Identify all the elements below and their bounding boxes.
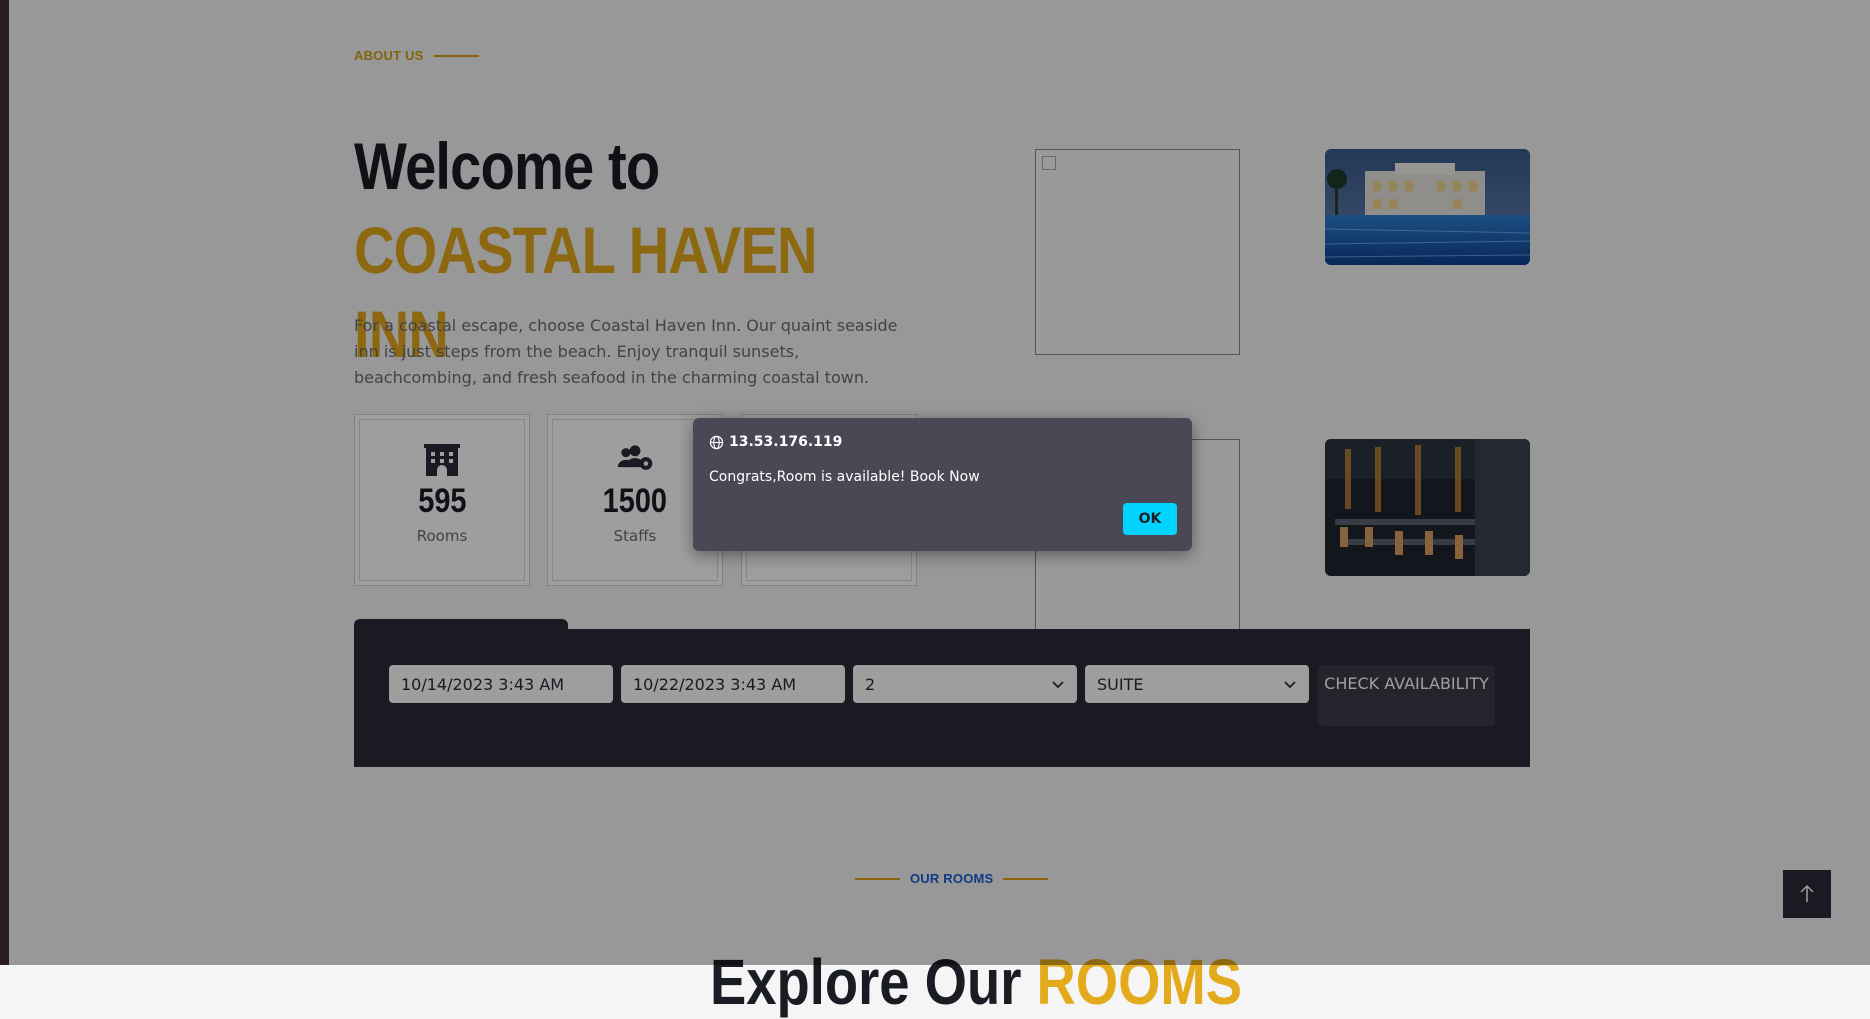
- ok-button[interactable]: OK: [1123, 503, 1177, 535]
- globe-icon: [709, 435, 724, 449]
- dialog-origin-text: 13.53.176.119: [729, 434, 843, 450]
- dialog-origin: 13.53.176.119: [709, 434, 842, 450]
- dialog-message: Congrats,Room is available! Book Now: [709, 469, 980, 485]
- window-edge: [0, 0, 9, 965]
- alert-dialog: 13.53.176.119 Congrats,Room is available…: [693, 418, 1192, 551]
